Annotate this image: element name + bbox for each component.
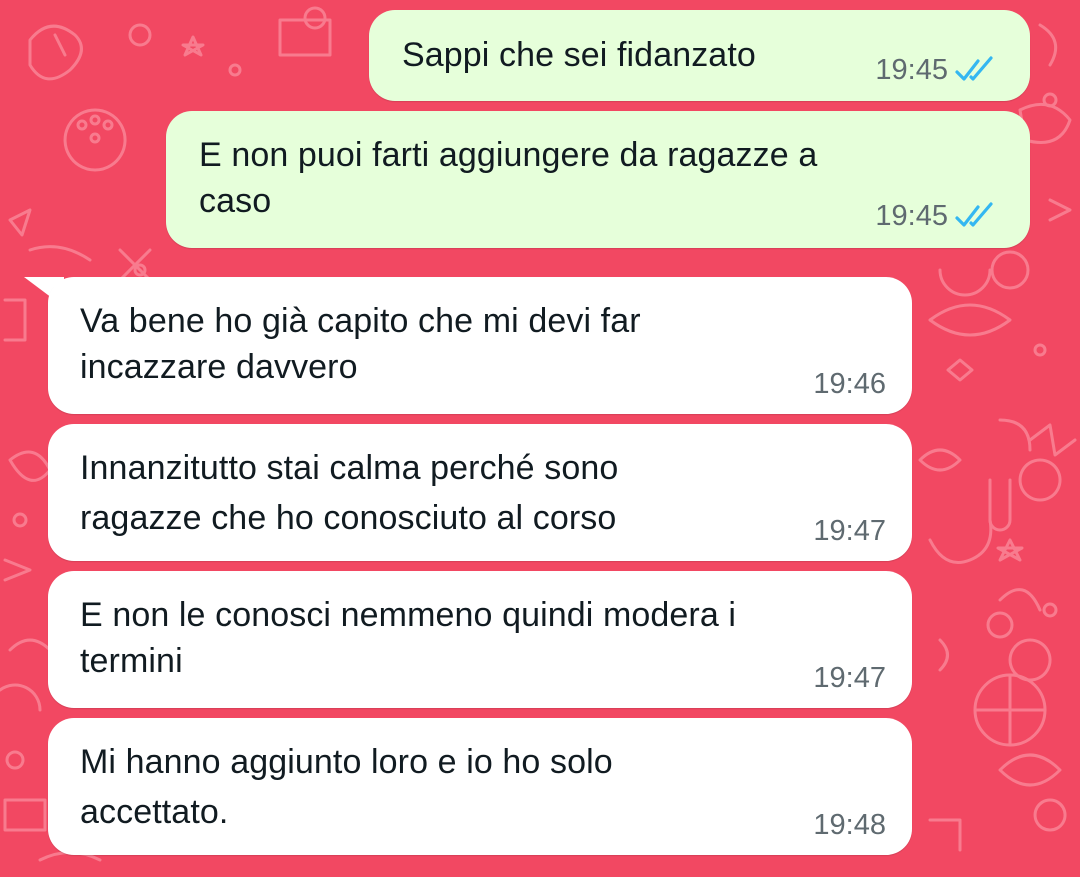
message-bubble-incoming[interactable]: E non le conosci nemmeno quindi modera i… — [48, 571, 912, 708]
message-meta: 19:45 — [875, 53, 1000, 87]
message-text-line: caso — [199, 182, 272, 220]
message-text-line: Innanzitutto stai calma perché sono — [80, 449, 619, 487]
message-time: 19:47 — [813, 662, 886, 694]
message-time: 19:45 — [875, 200, 948, 232]
message-text-line: ragazze che ho conosciuto al corso — [80, 499, 617, 537]
message-meta: 19:47 — [813, 661, 886, 695]
message-bubble-outgoing[interactable]: Sappi che sei fidanzato 19:45 — [369, 10, 1030, 101]
message-text-line: incazzare davvero — [80, 348, 358, 386]
double-check-read-icon — [955, 202, 993, 227]
message-meta: 19:47 — [813, 514, 886, 548]
message-text-line: termini — [80, 642, 183, 680]
message-time: 19:46 — [813, 368, 886, 400]
message-text-line: Mi hanno aggiunto loro e io ho solo — [80, 743, 613, 781]
message-bubble-outgoing[interactable]: E non puoi farti aggiungere da ragazze a… — [166, 111, 1030, 248]
message-text-line: E non puoi farti aggiungere da ragazze a — [199, 136, 818, 174]
message-text-line: accettato. — [80, 793, 229, 831]
message-time: 19:48 — [813, 809, 886, 841]
message-bubble-incoming[interactable]: Mi hanno aggiunto loro e io ho solo acce… — [48, 718, 912, 855]
message-text-line: Va bene ho già capito che mi devi far — [80, 302, 641, 340]
double-check-read-icon — [955, 56, 993, 81]
message-bubble-incoming[interactable]: Innanzitutto stai calma perché sono raga… — [48, 424, 912, 561]
message-time: 19:47 — [813, 515, 886, 547]
message-time: 19:45 — [875, 54, 948, 86]
message-meta: 19:48 — [813, 808, 886, 842]
message-text-line: E non le conosci nemmeno quindi modera i — [80, 596, 737, 634]
message-text: Sappi che sei fidanzato — [402, 36, 756, 74]
message-meta: 19:46 — [813, 367, 886, 401]
message-bubble-incoming[interactable]: Va bene ho già capito che mi devi far in… — [48, 277, 912, 414]
message-meta: 19:45 — [875, 199, 1000, 233]
